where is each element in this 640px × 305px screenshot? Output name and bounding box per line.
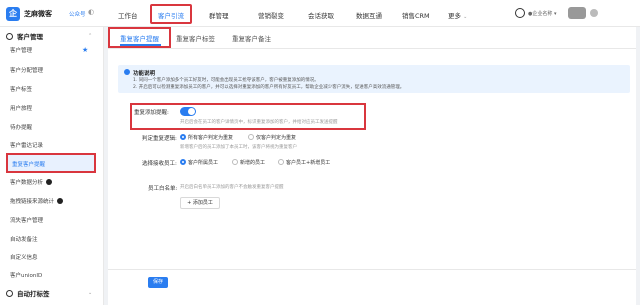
- theme-toggle-icon[interactable]: ◐: [88, 8, 98, 18]
- radio-unchecked-icon: [278, 159, 284, 165]
- rule-label: 判定重复逻辑:: [142, 136, 177, 142]
- tab-duplicate-remarks[interactable]: 重复客户备注: [232, 33, 271, 43]
- nav-more[interactable]: 更多 ⌄: [448, 10, 467, 20]
- sidebar-item-churn-management[interactable]: 流失客户管理: [10, 215, 96, 228]
- radio-label: 客户所属员工: [188, 160, 219, 166]
- radio-label: 仅客户判定为重复: [256, 135, 297, 141]
- notify-option-both[interactable]: 客户员工+新增员工: [278, 159, 330, 166]
- radio-unchecked-icon: [232, 159, 238, 165]
- rule-option-customer-only[interactable]: 仅客户判定为重复: [248, 134, 296, 141]
- sidebar-group-customer-management[interactable]: 客户管理: [6, 31, 43, 41]
- brand-name: 芝麻微客: [24, 10, 52, 18]
- info-line-2: 2. 开启后可以检测重复添加员工的客户，并可以选择对重复添加的客户所有好友员工，…: [133, 85, 405, 90]
- sidebar-item-auto-remark[interactable]: 自动发备注: [10, 234, 96, 247]
- sidebar-item-custom-info[interactable]: 自定义信息: [10, 252, 96, 265]
- radio-checked-icon: [180, 134, 186, 140]
- nav-sales-crm[interactable]: 销售CRM: [402, 10, 430, 20]
- notify-option-new[interactable]: 新增的员工: [232, 159, 265, 166]
- nav-marketing[interactable]: 营销裂变: [258, 10, 284, 20]
- tab-divider: [108, 48, 636, 49]
- sidebar-group-label: 客户管理: [17, 33, 43, 41]
- badge-icon: [46, 179, 53, 185]
- badge-icon: [57, 198, 64, 204]
- toggle-knob: [188, 108, 195, 115]
- radio-checked-icon: [180, 159, 186, 165]
- avatar[interactable]: [568, 7, 586, 19]
- sidebar-item-label: 拖拽链接来源统计: [10, 199, 55, 205]
- chevron-down-icon: ⌄: [463, 14, 468, 20]
- sidebar-item-radar-records[interactable]: 客户雷达记录: [10, 140, 96, 153]
- add-staff-button[interactable]: + 添加员工: [180, 197, 220, 209]
- star-icon[interactable]: ★: [82, 46, 88, 54]
- user-menu-icon[interactable]: [590, 9, 598, 17]
- sidebar-group-auto-tagging[interactable]: 自动打标签: [6, 288, 50, 298]
- nav-active-highlight: [150, 4, 192, 24]
- nav-more-label: 更多: [448, 12, 461, 20]
- radio-label: 新增的员工: [240, 160, 266, 166]
- account-type-link[interactable]: 公众号: [69, 10, 86, 18]
- notify-option-owner[interactable]: 客户所属员工: [180, 159, 218, 166]
- sidebar-item-customer-analytics[interactable]: 客户数据分析: [10, 177, 96, 190]
- sidebar-item-todo-reminder[interactable]: 待办提醒: [10, 122, 96, 135]
- sidebar-item-customer-tags[interactable]: 客户标签: [10, 84, 96, 97]
- info-title: 功能说明: [133, 71, 156, 77]
- nav-workbench[interactable]: 工作台: [118, 10, 138, 20]
- sidebar-item-user-journey[interactable]: 用户旅程: [10, 103, 96, 116]
- duplicate-reminder-toggle[interactable]: [180, 107, 196, 116]
- main-panel: 重复客户提醒 重复客户标签 重复客户备注 功能说明 1. 同同一个客户添加多个员…: [108, 27, 636, 305]
- top-nav-bar: 企 芝麻微客 公众号 ◐ 工作台 客户引流 群管理 营销裂变 会话获取 数据互通…: [0, 0, 640, 27]
- radio-label: 所有客户判定为重复: [188, 135, 234, 141]
- footer-divider: [108, 269, 636, 270]
- whitelist-hint: 开启后白名单员工添加的客户不会触发重复客户提醒: [180, 185, 284, 190]
- sidebar: 客户管理 ⌃ 客户管理 ★ 客户分配管理 客户标签 用户旅程 待办提醒 客户雷达…: [0, 27, 104, 305]
- save-button[interactable]: 保存: [148, 277, 168, 288]
- app-logo[interactable]: 企: [6, 7, 20, 21]
- tab-underline: [120, 44, 161, 46]
- toggle-hint: 开启后会在员工的客户详情页中，标识重复添加的客户，并给对应员工发送提醒: [180, 120, 338, 125]
- info-line-1: 1. 同同一个客户添加多个员工好友时，可能会出现员工抢夺该客户，客户被重复添加的…: [133, 78, 319, 83]
- tag-group-icon: [6, 290, 13, 297]
- whitelist-label: 员工白名单:: [148, 186, 178, 192]
- radio-unchecked-icon: [248, 134, 254, 140]
- sidebar-item-link-source-stats[interactable]: 拖拽链接来源统计: [10, 196, 96, 209]
- radio-label: 客户员工+新增员工: [286, 160, 331, 166]
- toggle-label: 重复添加提醒:: [134, 110, 169, 116]
- info-icon: [124, 69, 130, 75]
- company-selector[interactable]: ●企业名称 ▾: [528, 10, 556, 17]
- feature-info-box: 功能说明 1. 同同一个客户添加多个员工好友时，可能会出现员工抢夺该客户，客户被…: [118, 65, 630, 93]
- sidebar-item-duplicate-reminder[interactable]: 重复客户提醒: [6, 153, 96, 173]
- nav-conversation[interactable]: 会话获取: [308, 10, 334, 20]
- sidebar-item-label: 客户数据分析: [10, 180, 44, 186]
- sidebar-item-customer-assignment[interactable]: 客户分配管理: [10, 65, 96, 78]
- status-indicator-icon[interactable]: [515, 8, 525, 18]
- chevron-down-icon[interactable]: ⌄: [88, 290, 92, 296]
- customer-group-icon: [6, 33, 13, 40]
- nav-group-management[interactable]: 群管理: [209, 10, 229, 20]
- notify-label: 选择接收员工:: [142, 161, 177, 167]
- tab-duplicate-tags[interactable]: 重复客户标签: [176, 33, 215, 43]
- tab-duplicate-reminder[interactable]: 重复客户提醒: [120, 33, 159, 43]
- rule-option-all[interactable]: 所有客户判定为重复: [180, 134, 233, 141]
- sidebar-group-label: 自动打标签: [17, 290, 50, 298]
- sidebar-item-union-id[interactable]: 客户unionID: [10, 270, 96, 283]
- nav-data-sync[interactable]: 数据互通: [356, 10, 382, 20]
- rule-hint: 新增客户后的员工添加了本员工时，该客户将视为重复客户: [180, 145, 297, 150]
- chevron-up-icon[interactable]: ⌃: [88, 33, 92, 39]
